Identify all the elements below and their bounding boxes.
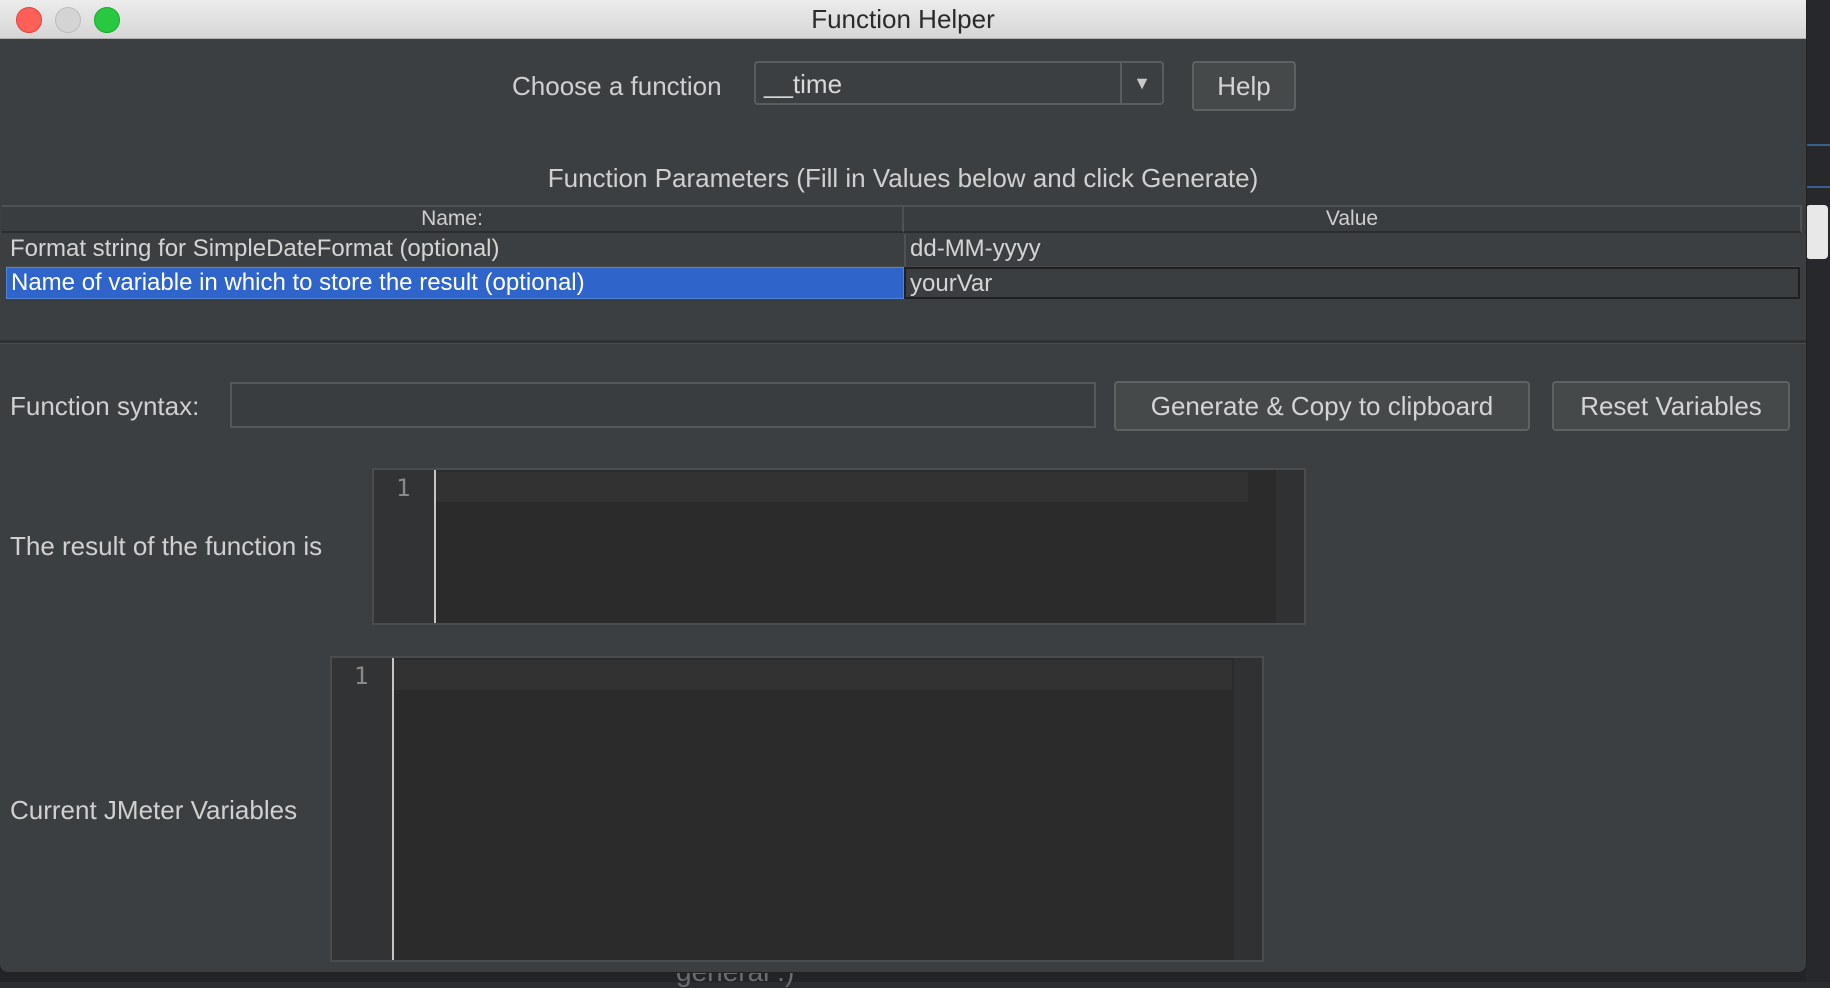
current-line-highlight <box>394 660 1232 690</box>
param-name[interactable]: Format string for SimpleDateFormat (opti… <box>6 234 904 266</box>
function-select-value: __time <box>764 69 843 99</box>
function-helper-window: Function Helper Choose a function __time… <box>0 0 1806 972</box>
generate-copy-button[interactable]: Generate & Copy to clipboard <box>1114 381 1530 431</box>
choose-function-label: Choose a function <box>512 71 722 101</box>
line-number: 1 <box>396 474 411 502</box>
line-number-gutter: 1 <box>332 658 394 960</box>
background-scrollbar-thumb[interactable] <box>1806 205 1828 259</box>
chevron-down-icon[interactable]: ▼ <box>1122 63 1162 103</box>
param-name[interactable]: Name of variable in which to store the r… <box>6 267 904 299</box>
function-select[interactable]: __time ▼ <box>754 61 1164 105</box>
jmeter-variables-label: Current JMeter Variables <box>10 795 298 825</box>
current-line-highlight <box>436 472 1248 502</box>
result-editor[interactable]: 1 <box>372 468 1306 625</box>
param-value-editor[interactable]: yourVar <box>904 267 1800 299</box>
reset-variables-button[interactable]: Reset Variables <box>1552 381 1790 431</box>
line-number: 1 <box>354 662 369 690</box>
section-divider <box>0 340 1806 344</box>
background-line <box>1806 186 1830 188</box>
variables-editor[interactable]: 1 <box>330 656 1264 962</box>
line-number-gutter: 1 <box>374 470 436 623</box>
result-label: The result of the function is <box>10 531 323 561</box>
function-syntax-field[interactable] <box>230 382 1096 428</box>
column-header-value[interactable]: Value <box>904 205 1802 233</box>
background-window-edge <box>1806 0 1830 982</box>
param-value[interactable]: dd-MM-yyyy <box>904 234 1800 266</box>
editor-scrollbar[interactable] <box>1276 470 1304 623</box>
editor-scrollbar[interactable] <box>1234 658 1262 960</box>
parameters-heading: Function Parameters (Fill in Values belo… <box>547 163 1259 193</box>
background-line <box>1806 144 1830 146</box>
help-button[interactable]: Help <box>1192 61 1296 111</box>
window-title: Function Helper <box>811 4 995 34</box>
title-bar[interactable]: Function Helper <box>0 0 1806 39</box>
function-syntax-label: Function syntax: <box>10 391 200 421</box>
parameters-table: Name: Value Format string for SimpleDate… <box>2 205 1802 299</box>
column-header-name[interactable]: Name: <box>2 205 904 233</box>
